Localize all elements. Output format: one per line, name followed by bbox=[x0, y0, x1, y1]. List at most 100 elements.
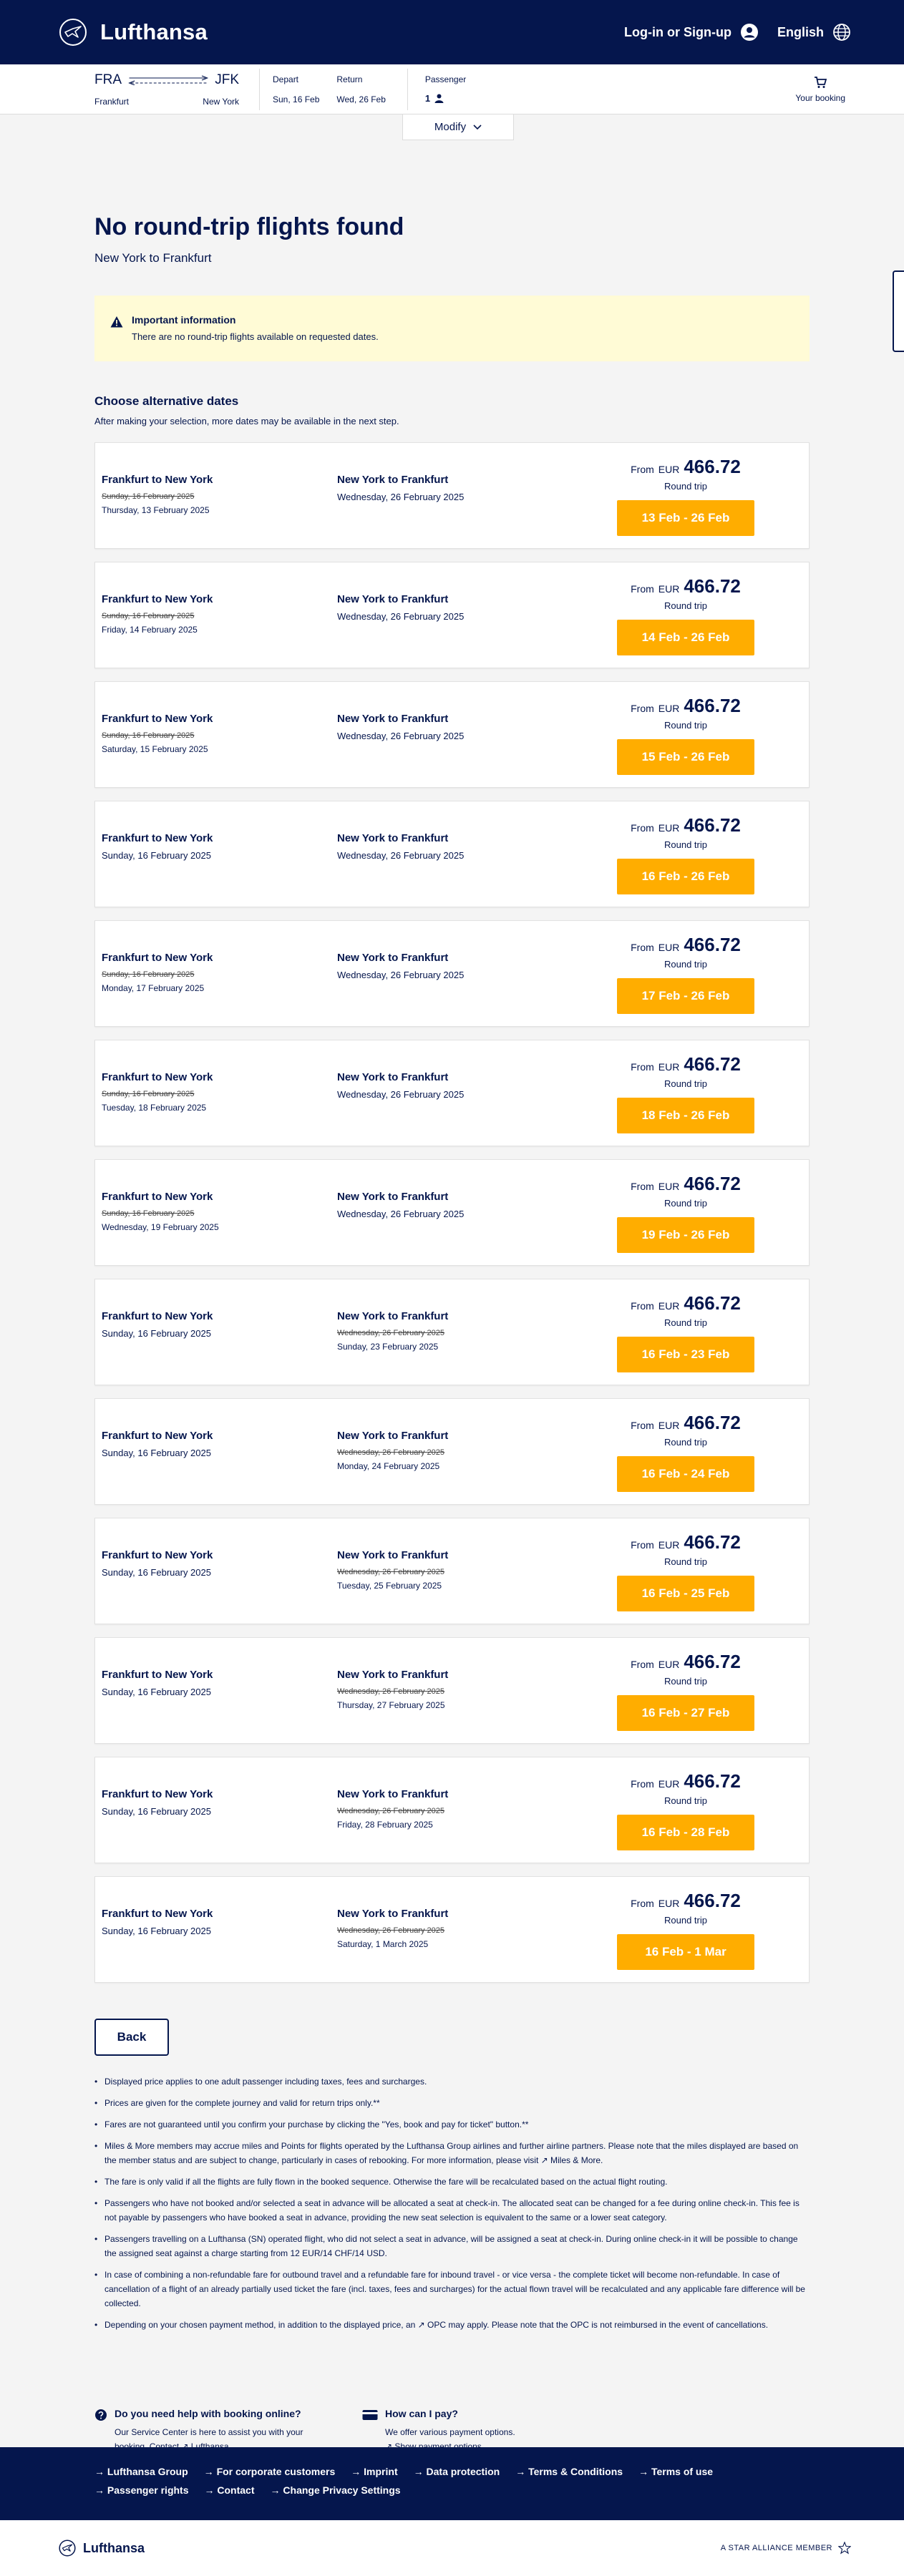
outbound-title: Frankfurt to New York bbox=[102, 1549, 213, 1561]
travel-dates[interactable]: Depart Sun, 16 Feb Return Wed, 26 Feb bbox=[259, 68, 403, 110]
alternative-date-card: Frankfurt to New York Sunday, 16 February… bbox=[94, 1518, 810, 1624]
price-currency: EUR bbox=[658, 583, 680, 595]
select-dates-button[interactable]: 13 Feb - 26 Feb bbox=[617, 500, 754, 536]
trip-type: Round trip bbox=[664, 839, 707, 850]
inbound-original-date: Wednesday, 26 February 2025 bbox=[337, 1926, 445, 1935]
outbound-leg: Frankfurt to New York Sunday, 16 February… bbox=[102, 1549, 213, 1578]
inbound-date: Saturday, 1 March 2025 bbox=[337, 1939, 429, 1949]
inbound-date: Wednesday, 26 February 2025 bbox=[337, 731, 465, 741]
outbound-date: Thursday, 13 February 2025 bbox=[102, 505, 210, 515]
footer-link[interactable]: → Change Privacy Settings bbox=[271, 2484, 401, 2496]
modify-button[interactable]: Modify bbox=[402, 114, 514, 140]
inbound-title: New York to Frankfurt bbox=[337, 1908, 449, 1920]
price-prefix: From bbox=[631, 464, 654, 475]
fare-note: The fare is only valid if all the flight… bbox=[94, 2175, 810, 2189]
price-currency: EUR bbox=[658, 1659, 680, 1670]
inbound-title: New York to Frankfurt bbox=[337, 713, 449, 725]
arrow-right-icon: → bbox=[94, 2484, 107, 2496]
price-box: From EUR 466.72 Round trip 13 Feb - 26 Feb bbox=[616, 456, 756, 536]
price-amount: 466.72 bbox=[684, 934, 741, 955]
inbound-date: Thursday, 27 February 2025 bbox=[337, 1700, 445, 1710]
origin-city: Frankfurt bbox=[94, 96, 130, 107]
passenger-label: Passenger bbox=[424, 74, 467, 84]
inbound-leg: New York to Frankfurt Wednesday, 26 Febru… bbox=[337, 1549, 448, 1591]
footer-brand[interactable]: Lufthansa bbox=[59, 2540, 145, 2557]
select-dates-button[interactable]: 18 Feb - 26 Feb bbox=[617, 1098, 754, 1133]
select-dates-button[interactable]: 15 Feb - 26 Feb bbox=[617, 739, 754, 775]
outbound-original-date: Sunday, 16 February 2025 bbox=[102, 970, 195, 979]
destination-city: New York bbox=[203, 96, 239, 107]
select-dates-button[interactable]: 16 Feb - 1 Mar bbox=[617, 1934, 754, 1970]
inbound-original-date: Wednesday, 26 February 2025 bbox=[337, 1687, 445, 1696]
alternatives-subtitle: After making your selection, more dates … bbox=[94, 416, 399, 426]
footer-link[interactable]: → Terms of use bbox=[638, 2466, 713, 2477]
trip-type: Round trip bbox=[664, 1676, 707, 1687]
booking-help-title: Do you need help with booking online? bbox=[115, 2408, 301, 2419]
price-prefix: From bbox=[631, 1300, 654, 1312]
footer-link[interactable]: → Contact bbox=[205, 2484, 255, 2496]
fare-note: In case of combining a non-refundable fa… bbox=[94, 2268, 810, 2311]
select-dates-button[interactable]: 19 Feb - 26 Feb bbox=[617, 1217, 754, 1253]
arrow-right-icon: → bbox=[270, 2484, 283, 2496]
select-dates-button[interactable]: 16 Feb - 25 Feb bbox=[617, 1576, 754, 1611]
select-dates-button[interactable]: 14 Feb - 26 Feb bbox=[617, 620, 754, 655]
question-circle-icon bbox=[95, 2409, 107, 2421]
outbound-original-date: Sunday, 16 February 2025 bbox=[102, 731, 195, 740]
trip-type: Round trip bbox=[664, 1915, 707, 1926]
price-amount: 466.72 bbox=[684, 1173, 741, 1194]
bottom-bar: Lufthansa A STAR ALLIANCE MEMBER bbox=[0, 2520, 904, 2576]
footer-link[interactable]: → Imprint bbox=[351, 2466, 397, 2477]
outbound-date: Monday, 17 February 2025 bbox=[102, 983, 205, 993]
booking-summary: FRA JFK Frankfurt New York Depart Sun, 1… bbox=[0, 64, 904, 140]
arrow-right-icon: → bbox=[351, 2466, 364, 2477]
outbound-date: Sunday, 16 February 2025 bbox=[102, 850, 211, 861]
price-currency: EUR bbox=[658, 1898, 680, 1909]
footer-link[interactable]: → Data protection bbox=[414, 2466, 500, 2477]
outbound-original-date: Sunday, 16 February 2025 bbox=[102, 612, 195, 620]
outbound-leg: Frankfurt to New York Sunday, 16 February… bbox=[102, 1430, 213, 1458]
select-dates-button[interactable]: 16 Feb - 26 Feb bbox=[617, 859, 754, 894]
select-dates-button[interactable]: 16 Feb - 27 Feb bbox=[617, 1695, 754, 1731]
brand-name: Lufthansa bbox=[100, 19, 208, 44]
inbound-original-date: Wednesday, 26 February 2025 bbox=[337, 1807, 445, 1815]
outbound-leg: Frankfurt to New York Sunday, 16 February… bbox=[102, 593, 213, 635]
inbound-title: New York to Frankfurt bbox=[337, 1071, 449, 1083]
inbound-original-date: Wednesday, 26 February 2025 bbox=[337, 1329, 445, 1337]
select-dates-button[interactable]: 16 Feb - 28 Feb bbox=[617, 1815, 754, 1850]
inbound-title: New York to Frankfurt bbox=[337, 1669, 449, 1681]
footer-link[interactable]: → Lufthansa Group bbox=[94, 2466, 188, 2477]
outbound-title: Frankfurt to New York bbox=[102, 593, 213, 605]
inbound-date: Monday, 24 February 2025 bbox=[337, 1461, 440, 1471]
inbound-title: New York to Frankfurt bbox=[337, 1310, 449, 1322]
warning-icon bbox=[110, 316, 123, 328]
footer-link-label: Change Privacy Settings bbox=[283, 2484, 401, 2496]
alternative-date-card: Frankfurt to New York Sunday, 16 February… bbox=[94, 681, 810, 788]
select-dates-button[interactable]: 17 Feb - 26 Feb bbox=[617, 978, 754, 1014]
select-dates-button[interactable]: 16 Feb - 24 Feb bbox=[617, 1456, 754, 1492]
footer-link[interactable]: → For corporate customers bbox=[204, 2466, 336, 2477]
outbound-leg: Frankfurt to New York Sunday, 16 February… bbox=[102, 952, 213, 993]
inbound-date: Wednesday, 26 February 2025 bbox=[337, 970, 465, 980]
footer-link[interactable]: → Terms & Conditions bbox=[515, 2466, 623, 2477]
feedback-tab[interactable] bbox=[893, 270, 904, 352]
language-selector[interactable]: English bbox=[777, 23, 851, 42]
inbound-title: New York to Frankfurt bbox=[337, 593, 449, 605]
route-summary[interactable]: FRA JFK Frankfurt New York bbox=[94, 72, 239, 107]
outbound-title: Frankfurt to New York bbox=[102, 1908, 213, 1920]
price-prefix: From bbox=[631, 1778, 654, 1790]
inbound-leg: New York to Frankfurt Wednesday, 26 Febru… bbox=[337, 832, 464, 861]
payment-help-text: We offer various payment options. bbox=[385, 2427, 515, 2437]
select-dates-button[interactable]: 16 Feb - 23 Feb bbox=[617, 1337, 754, 1372]
page-title: No round-trip flights found bbox=[94, 213, 404, 240]
login-button[interactable]: Log-in or Sign-up bbox=[624, 23, 759, 42]
footer-link[interactable]: → Passenger rights bbox=[94, 2484, 189, 2496]
back-button[interactable]: Back bbox=[94, 2019, 169, 2056]
price-prefix: From bbox=[631, 703, 654, 714]
price-amount: 466.72 bbox=[684, 695, 741, 716]
passenger-summary[interactable]: Passenger 1 bbox=[407, 68, 467, 110]
your-booking-button[interactable]: Your booking bbox=[795, 76, 845, 103]
outbound-date: Tuesday, 18 February 2025 bbox=[102, 1103, 207, 1113]
brand[interactable]: Lufthansa bbox=[59, 18, 208, 47]
return-label: Return bbox=[336, 74, 363, 84]
cart-icon bbox=[815, 76, 827, 88]
